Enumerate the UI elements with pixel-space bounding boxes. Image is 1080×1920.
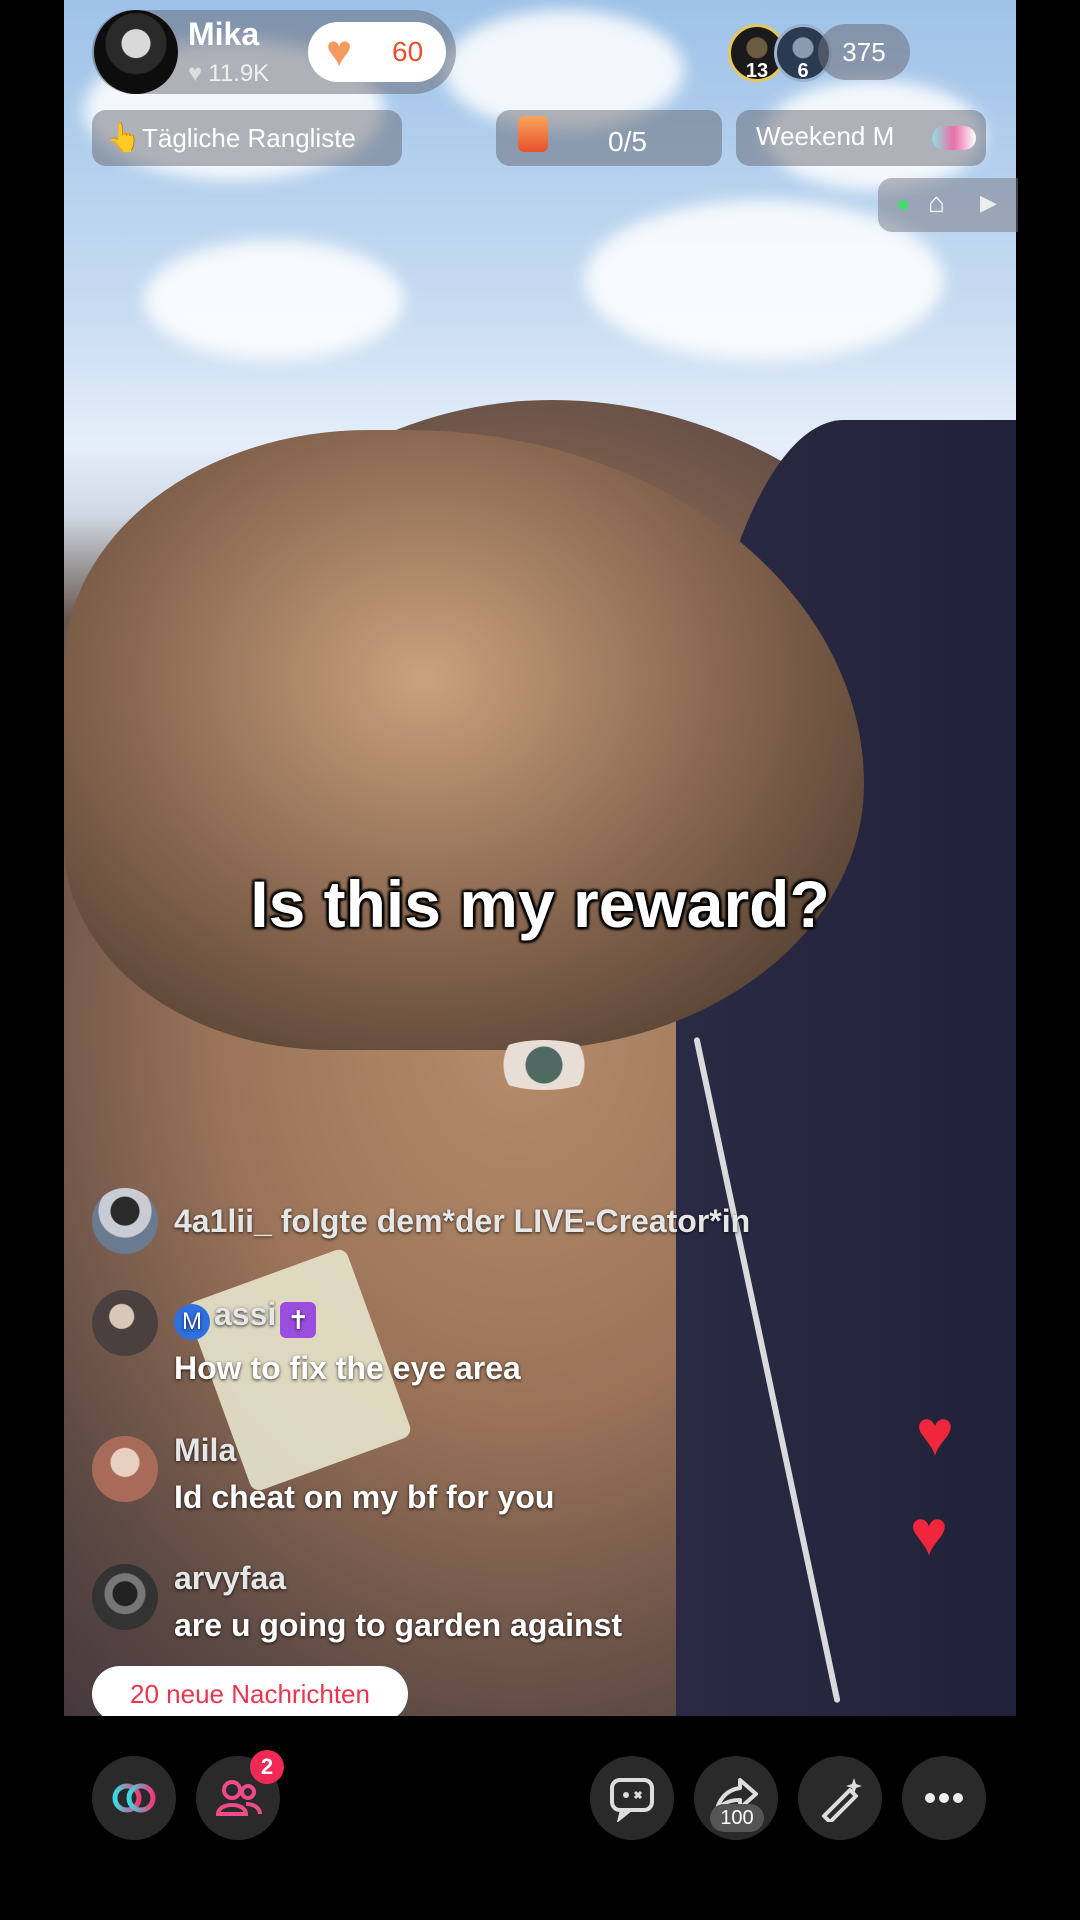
comment-user[interactable]: Mila <box>174 1432 554 1469</box>
comment-row: arvyfaa are u going to garden against <box>174 1560 622 1644</box>
weekend-label: Weekend M <box>756 121 895 151</box>
heart-icon: ♥ <box>910 1497 948 1569</box>
user-badge: M <box>174 1304 210 1340</box>
like-button[interactable]: ♥ 60 <box>308 22 446 82</box>
comment-row: Mila Id cheat on my bf for you <box>174 1432 554 1516</box>
share-count: 100 <box>710 1804 764 1832</box>
thumb-icon: 👆 <box>106 122 141 153</box>
status-dot <box>898 200 908 210</box>
live-overlay: Mika ♥ 11.9K ♥ 60 13 6 375 👆 Tägliche Ran… <box>0 0 1080 1920</box>
heart-icon: ♥ <box>188 60 203 87</box>
host-likes: ♥ 11.9K <box>188 60 269 88</box>
video-caption: Is this my reward? <box>250 867 830 941</box>
comment-msg: folgte dem*der LIVE-Creator*in <box>280 1203 751 1239</box>
magic-wand-icon <box>822 1778 862 1822</box>
viewer-count[interactable]: 375 <box>818 24 910 80</box>
daily-ranking-chip[interactable]: 👆 Tägliche Rangliste <box>92 110 402 166</box>
gift-icon <box>518 116 548 152</box>
heart-icon: ♥ <box>916 1397 954 1469</box>
event-badge-icon <box>932 126 976 150</box>
comment-msg: are u going to garden against <box>174 1607 623 1643</box>
link-button[interactable] <box>92 1756 176 1840</box>
comment-avatar[interactable] <box>92 1564 158 1630</box>
new-messages-button[interactable]: 20 neue Nachrichten <box>92 1666 408 1722</box>
comment-avatar[interactable] <box>92 1290 158 1356</box>
comment-user[interactable]: arvyfaa <box>174 1560 622 1597</box>
like-count: 60 <box>392 36 424 67</box>
link-icon <box>112 1783 156 1813</box>
host-name: Mika <box>188 16 260 52</box>
chat-button[interactable] <box>590 1756 674 1840</box>
comment-row: Massi ✝ How to fix the eye area <box>174 1296 521 1387</box>
magic-button[interactable] <box>798 1756 882 1840</box>
friends-notification-badge: 2 <box>250 1750 284 1784</box>
chat-icon <box>610 1778 654 1822</box>
heart-icon: ♥ <box>326 27 353 76</box>
play-icon: ▶ <box>980 190 997 215</box>
comment-user[interactable]: assi <box>214 1296 276 1332</box>
cross-icon: ✝ <box>280 1302 317 1338</box>
home-icon: ⌂ <box>928 187 945 218</box>
comment-user[interactable]: 4a1lii_ <box>174 1203 272 1239</box>
weekend-event-chip[interactable]: Weekend M <box>736 110 986 166</box>
task-progress-chip[interactable]: 0/5 <box>496 110 722 166</box>
host-likes-count: 11.9K <box>208 60 270 87</box>
friends-icon <box>215 1780 262 1816</box>
more-icon <box>925 1793 963 1803</box>
comment-msg: How to fix the eye area <box>174 1350 521 1386</box>
comment-avatar[interactable] <box>92 1436 158 1502</box>
comment-msg: Id cheat on my bf for you <box>174 1479 555 1515</box>
comment-avatar[interactable] <box>92 1188 158 1254</box>
daily-ranking-label: Tägliche Rangliste <box>142 123 356 153</box>
mini-widget[interactable]: ⌂ ▶ <box>878 178 1018 232</box>
task-progress-label: 0/5 <box>608 126 647 157</box>
more-button[interactable] <box>902 1756 986 1840</box>
comment-row: 4a1lii_ folgte dem*der LIVE-Creator*in <box>174 1203 750 1240</box>
host-avatar[interactable] <box>94 10 178 94</box>
